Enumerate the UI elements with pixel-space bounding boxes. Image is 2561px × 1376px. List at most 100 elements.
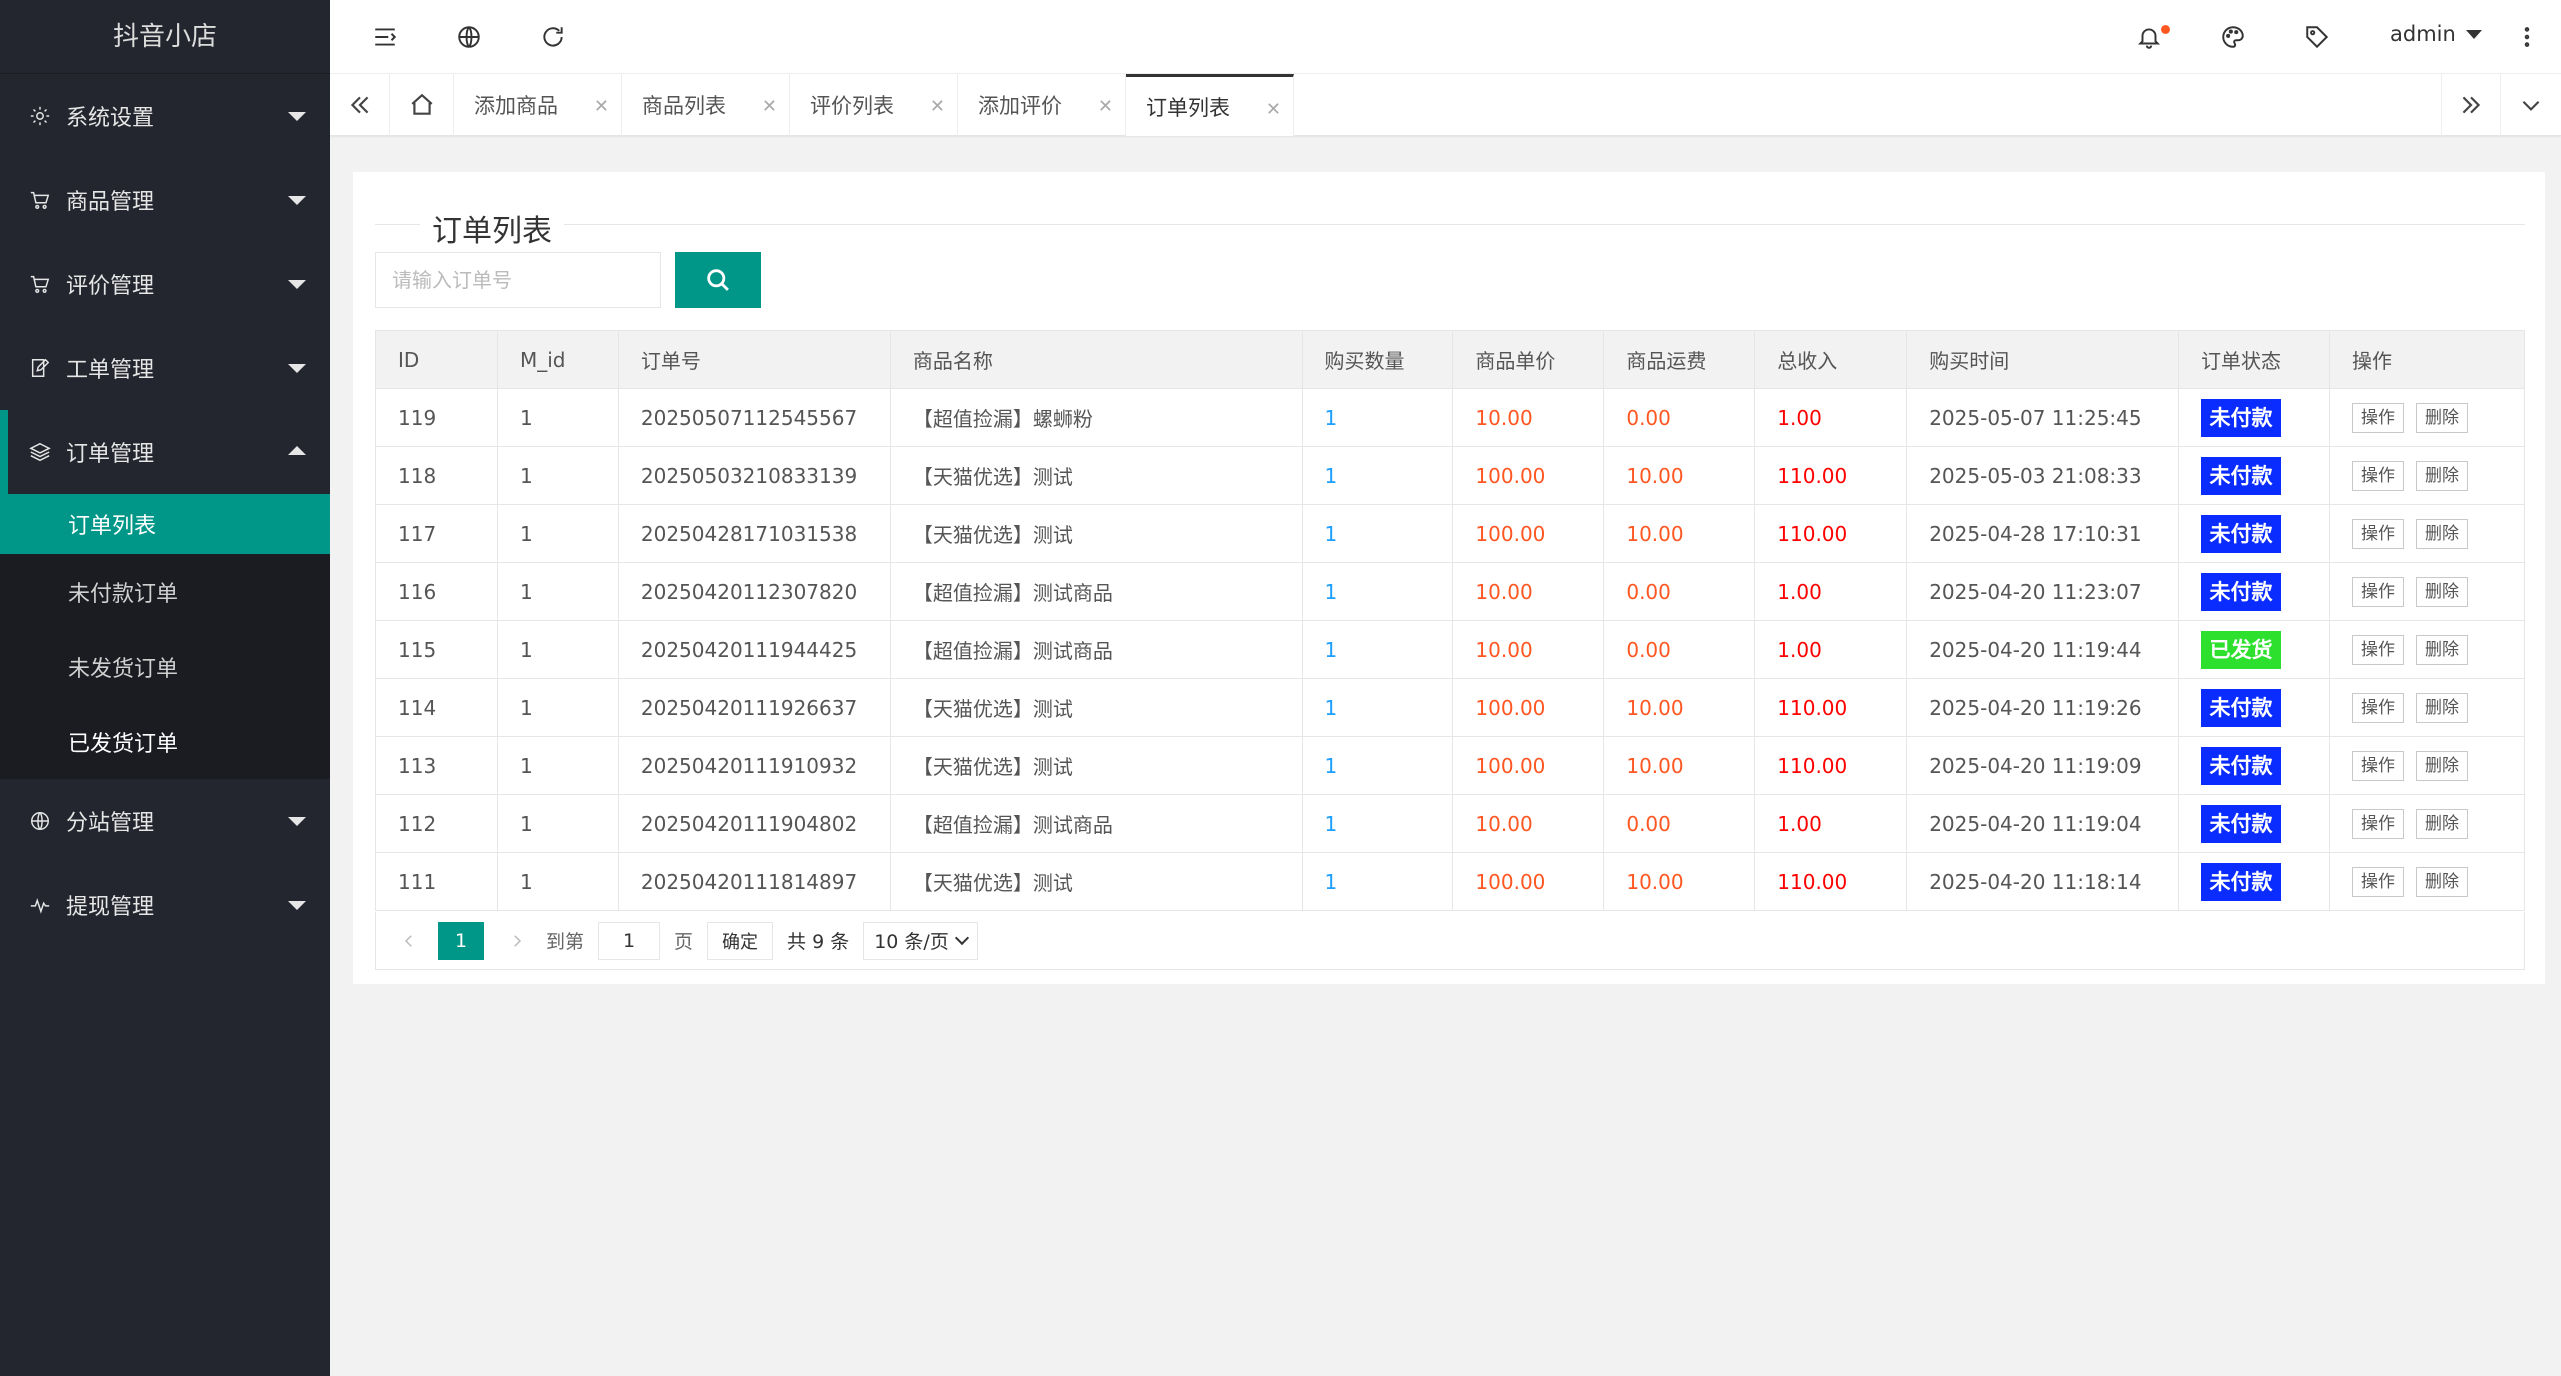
page-number-current[interactable]: 1 (438, 921, 484, 960)
sidebar-item-orders[interactable]: 订单管理 (0, 410, 330, 494)
submenu-item-unpaid-orders[interactable]: 未付款订单 (0, 554, 330, 629)
menu-toggle-icon[interactable] (370, 22, 400, 52)
more-vertical-icon[interactable] (2512, 22, 2542, 52)
prev-page-icon[interactable] (396, 928, 422, 954)
sidebar-item-system-settings[interactable]: 系统设置 (0, 74, 330, 158)
delete-button[interactable]: 删除 (2416, 402, 2468, 433)
tab-order-list[interactable]: 订单列表 ✕ (1126, 74, 1294, 136)
delete-button[interactable]: 删除 (2416, 460, 2468, 491)
status-badge: 未付款 (2201, 514, 2282, 553)
sidebar-item-tickets[interactable]: 工单管理 (0, 326, 330, 410)
cell-unit-price: 100.00 (1452, 446, 1605, 505)
order-number-search-input[interactable] (375, 252, 661, 308)
delete-button[interactable]: 删除 (2416, 750, 2468, 781)
column-header[interactable]: ID (375, 330, 498, 389)
operate-button[interactable]: 操作 (2352, 518, 2404, 549)
globe-icon[interactable] (454, 22, 484, 52)
operate-button[interactable]: 操作 (2352, 460, 2404, 491)
cell-total-income: 1.00 (1754, 562, 1908, 621)
cell-product-name: 【超值捡漏】测试商品 (889, 562, 1303, 621)
tab-label: 评价列表 (810, 94, 894, 118)
delete-button[interactable]: 删除 (2416, 692, 2468, 723)
column-header[interactable]: 购买数量 (1301, 330, 1454, 389)
column-header[interactable]: 商品单价 (1452, 330, 1605, 389)
column-header[interactable]: M_id (496, 330, 619, 389)
bell-icon[interactable] (2134, 22, 2170, 52)
cell-quantity: 1 (1301, 678, 1454, 737)
cell-freight: 0.00 (1603, 388, 1756, 447)
column-header[interactable]: 商品名称 (889, 330, 1303, 389)
column-header[interactable]: 购买时间 (1906, 330, 2180, 389)
cart-icon (28, 272, 52, 296)
column-header[interactable]: 订单号 (617, 330, 891, 389)
operate-button[interactable]: 操作 (2352, 750, 2404, 781)
tabs-scroll-right-icon[interactable] (2441, 74, 2501, 136)
delete-button[interactable]: 删除 (2416, 808, 2468, 839)
table-row: 119 1 20250507112545567 【超值捡漏】螺蛳粉 1 10.00 0.00… (375, 388, 2525, 447)
close-icon[interactable]: ✕ (594, 96, 609, 117)
cell-id: 115 (375, 620, 498, 679)
sidebar-item-reviews[interactable]: 评价管理 (0, 242, 330, 326)
tabs-dropdown-icon[interactable] (2501, 74, 2561, 136)
tab-goods-list[interactable]: 商品列表 ✕ (622, 74, 790, 136)
table-row: 111 1 20250420111814897 【天猫优选】测试 1 100.00 10.0… (375, 852, 2525, 911)
operate-button[interactable]: 操作 (2352, 576, 2404, 607)
cell-order-status: 未付款 (2178, 446, 2330, 505)
sidebar-item-withdrawals[interactable]: 提现管理 (0, 863, 330, 947)
delete-button[interactable]: 删除 (2416, 518, 2468, 549)
theme-palette-icon[interactable] (2218, 22, 2248, 52)
tab-add-review[interactable]: 添加评价 ✕ (958, 74, 1126, 136)
tabs-scroll-left-icon[interactable] (330, 74, 390, 136)
cell-quantity: 1 (1301, 504, 1454, 563)
submenu-item-shipped-orders[interactable]: 已发货订单 (0, 704, 330, 779)
tag-icon[interactable] (2302, 22, 2332, 52)
page-size-select[interactable]: 10 条/页 (863, 921, 978, 960)
tab-add-goods[interactable]: 添加商品 ✕ (454, 74, 622, 136)
column-header[interactable]: 操作 (2329, 330, 2525, 389)
goto-confirm-button[interactable]: 确定 (707, 921, 774, 960)
cell-product-name: 【天猫优选】测试 (889, 504, 1303, 563)
operate-button[interactable]: 操作 (2352, 692, 2404, 723)
refresh-icon[interactable] (538, 22, 568, 52)
cell-mid: 1 (496, 562, 619, 621)
close-icon[interactable]: ✕ (930, 96, 945, 117)
cell-quantity: 1 (1301, 620, 1454, 679)
tab-review-list[interactable]: 评价列表 ✕ (790, 74, 958, 136)
home-tab-icon[interactable] (390, 74, 454, 136)
cell-order-number: 20250420111944425 (617, 620, 891, 679)
goto-page-input[interactable] (598, 921, 661, 960)
close-icon[interactable]: ✕ (1266, 99, 1281, 120)
column-header[interactable]: 订单状态 (2178, 330, 2330, 389)
sidebar-item-substations[interactable]: 分站管理 (0, 779, 330, 863)
cell-total-income: 110.00 (1754, 504, 1908, 563)
cell-order-number: 20250507112545567 (617, 388, 891, 447)
cell-order-status: 未付款 (2178, 852, 2330, 911)
notification-dot (2161, 25, 2170, 34)
cell-id: 111 (375, 852, 498, 911)
close-icon[interactable]: ✕ (1098, 96, 1113, 117)
status-badge: 已发货 (2201, 630, 2282, 669)
user-menu[interactable]: admin (2390, 22, 2482, 46)
cell-unit-price: 100.00 (1452, 736, 1605, 795)
column-header[interactable]: 商品运费 (1603, 330, 1756, 389)
table-row: 112 1 20250420111904802 【超值捡漏】测试商品 1 10.00 0.0… (375, 794, 2525, 853)
delete-button[interactable]: 删除 (2416, 634, 2468, 665)
close-icon[interactable]: ✕ (762, 96, 777, 117)
cell-freight: 10.00 (1603, 504, 1756, 563)
delete-button[interactable]: 删除 (2416, 576, 2468, 607)
tab-label: 添加评价 (978, 94, 1062, 118)
orders-table: ID M_id 订单号 商品名称 购买数量 商品单价 商品运费 总收入 购买时间… (375, 330, 2525, 911)
submenu-item-unshipped-orders[interactable]: 未发货订单 (0, 629, 330, 704)
operate-button[interactable]: 操作 (2352, 866, 2404, 897)
submenu-item-order-list[interactable]: 订单列表 (0, 494, 330, 554)
operate-button[interactable]: 操作 (2352, 634, 2404, 665)
sidebar-item-goods[interactable]: 商品管理 (0, 158, 330, 242)
operate-button[interactable]: 操作 (2352, 808, 2404, 839)
cell-mid: 1 (496, 620, 619, 679)
search-button[interactable] (675, 252, 761, 308)
next-page-icon[interactable] (504, 928, 530, 954)
operate-button[interactable]: 操作 (2352, 402, 2404, 433)
column-header[interactable]: 总收入 (1754, 330, 1908, 389)
delete-button[interactable]: 删除 (2416, 866, 2468, 897)
caret-down-icon (2465, 29, 2482, 39)
